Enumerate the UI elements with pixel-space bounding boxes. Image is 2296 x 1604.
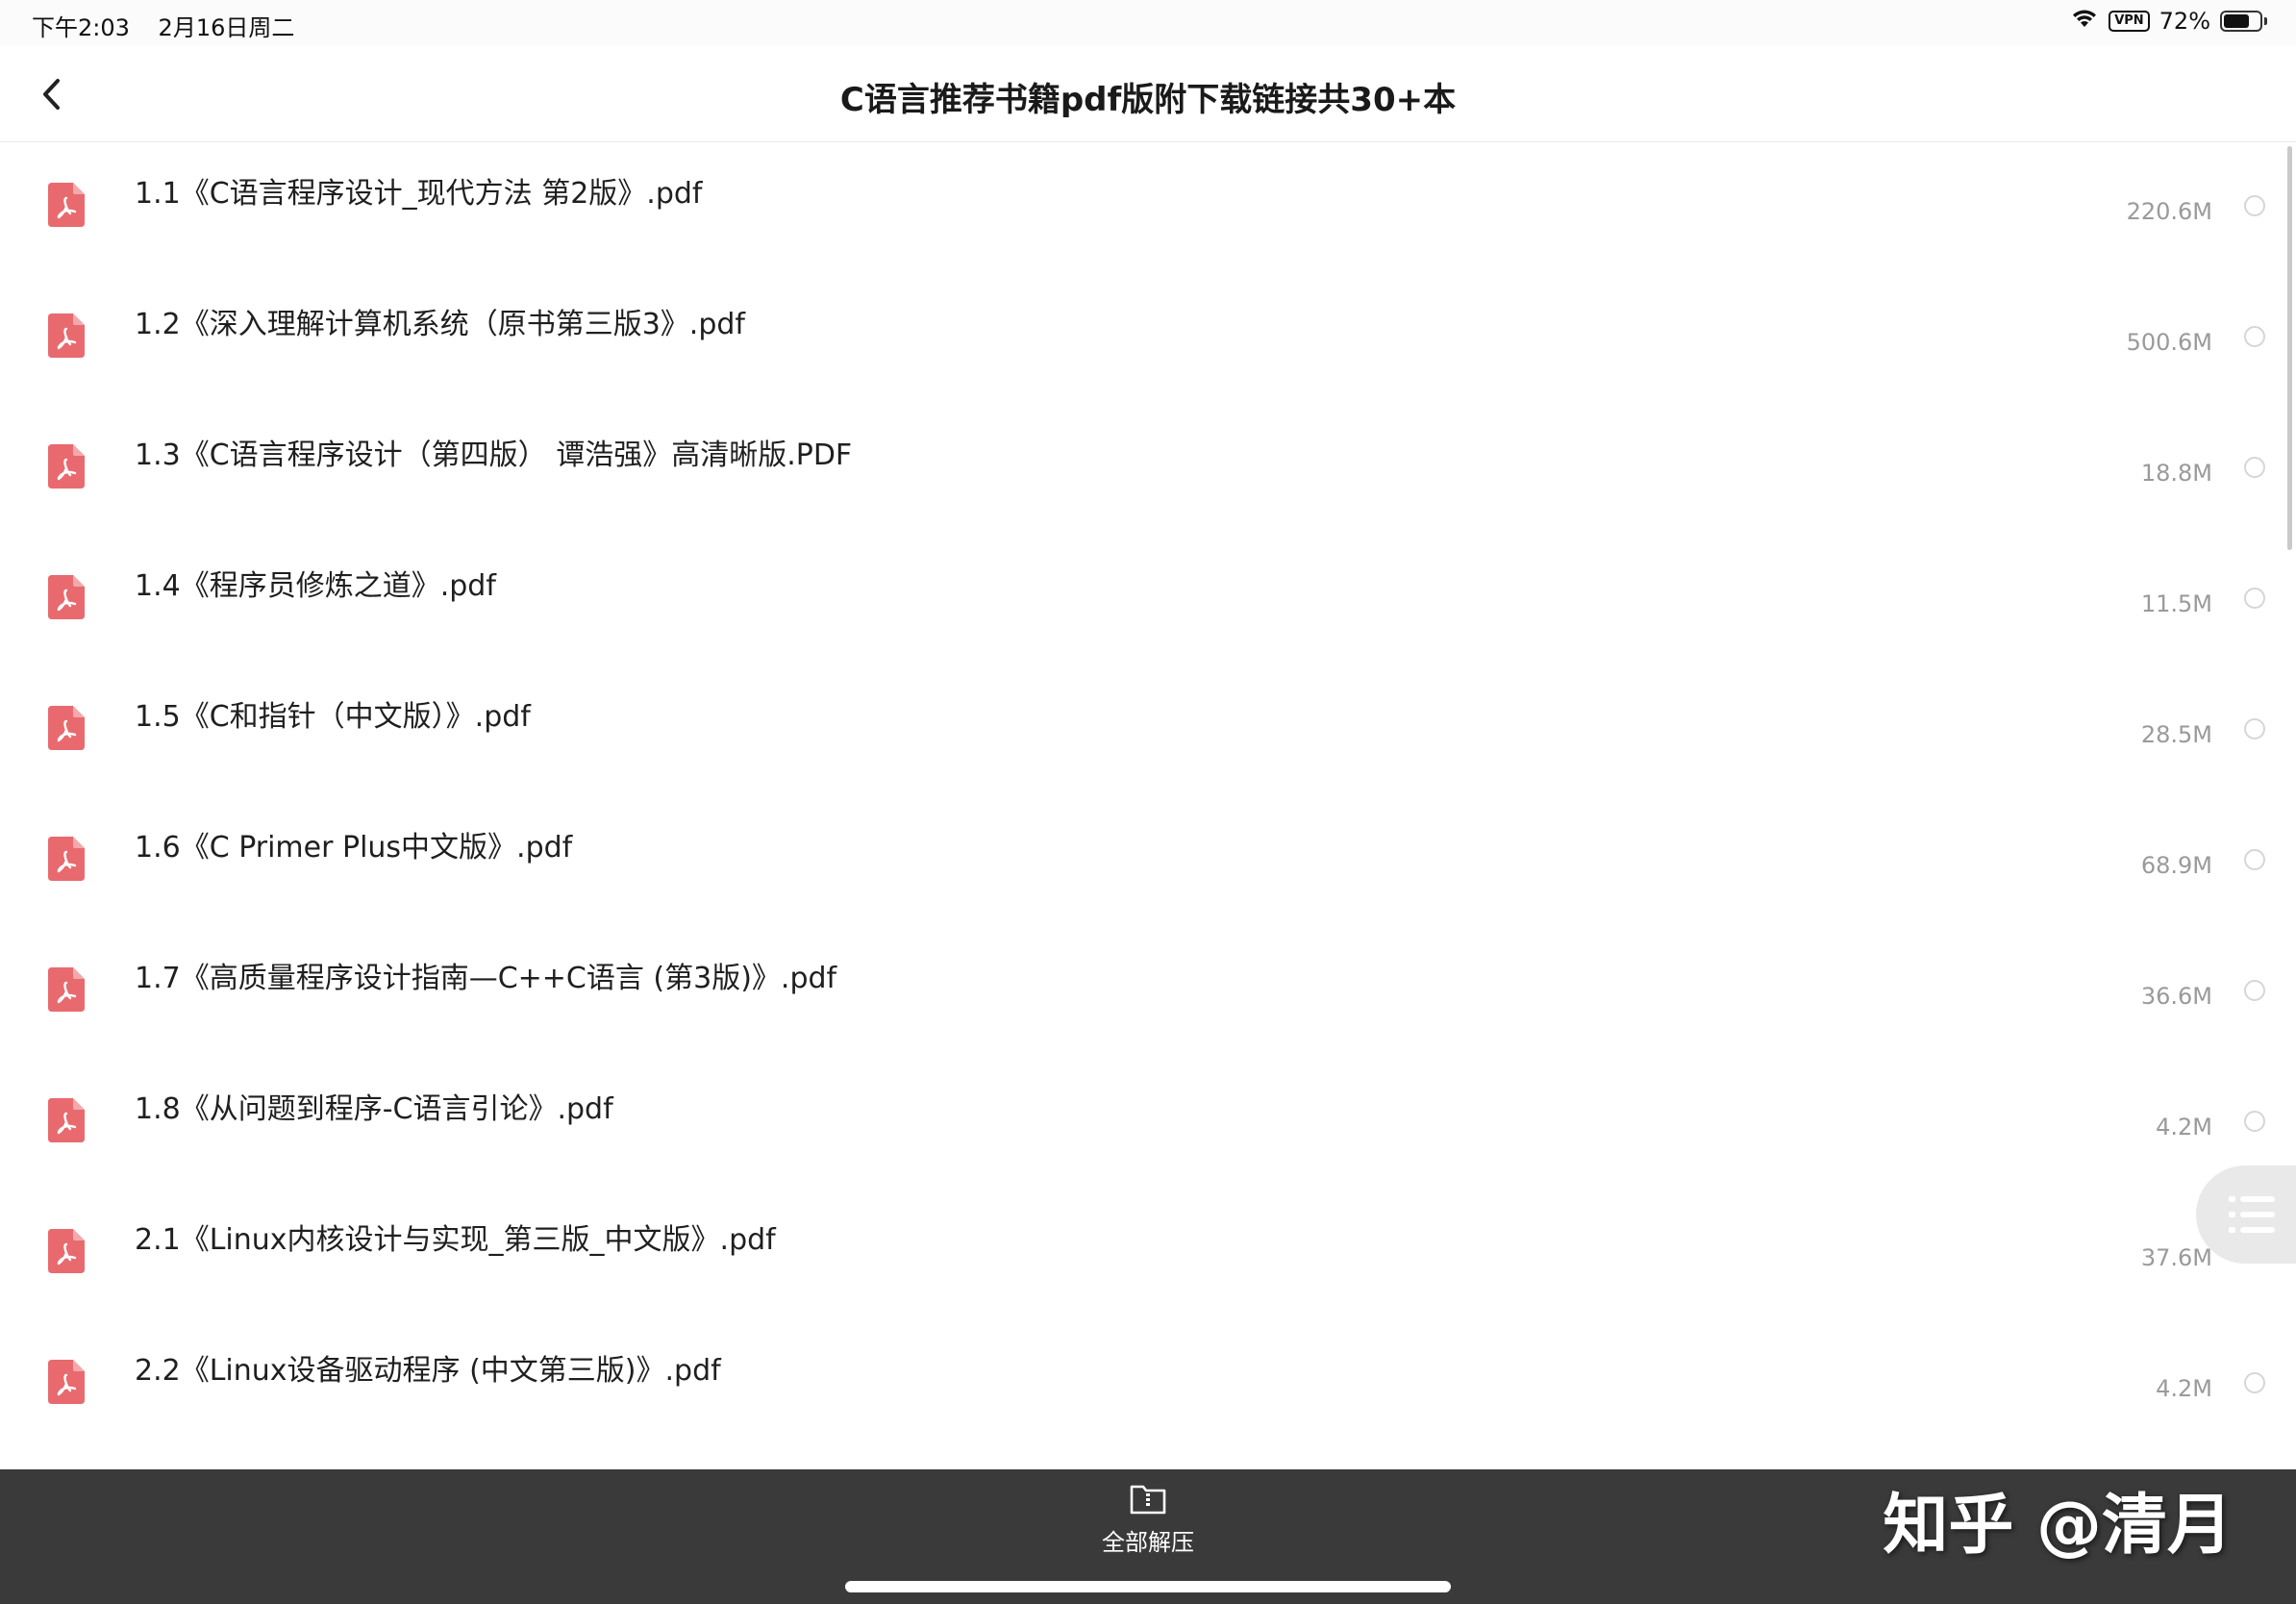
select-radio[interactable]: [2244, 457, 2265, 478]
pdf-file-icon: [48, 183, 85, 227]
select-radio[interactable]: [2244, 195, 2265, 216]
extract-all-button[interactable]: 全部解压: [1090, 1483, 1206, 1560]
select-radio[interactable]: [2244, 980, 2265, 1001]
folder-zip-icon: [1130, 1485, 1166, 1515]
pdf-file-icon: [48, 706, 85, 750]
file-row[interactable]: 1.8《从问题到程序-C语言引论》.pdf 4.2M: [0, 1060, 2296, 1190]
file-size: 500.6M: [2126, 329, 2212, 356]
file-row[interactable]: 1.1《C语言程序设计_现代方法 第2版》.pdf 220.6M: [0, 144, 2296, 275]
select-radio[interactable]: [2244, 588, 2265, 609]
select-radio[interactable]: [2244, 849, 2265, 870]
pdf-file-icon: [48, 1098, 85, 1142]
extract-all-label: 全部解压: [1102, 1529, 1194, 1556]
file-size: 4.2M: [2156, 1375, 2212, 1402]
pdf-file-icon: [48, 1360, 85, 1404]
select-radio[interactable]: [2244, 326, 2265, 347]
select-radio[interactable]: [2244, 1111, 2265, 1132]
status-left: 下午2:03 2月16日周二: [32, 9, 315, 42]
pdf-file-icon: [48, 575, 85, 619]
file-size: 28.5M: [2140, 721, 2212, 748]
file-name: 2.2《Linux设备驱动程序 (中文第三版)》.pdf: [135, 1354, 721, 1388]
list-icon: [2229, 1196, 2275, 1233]
file-name: 1.2《深入理解计算机系统（原书第三版3》.pdf: [135, 308, 745, 341]
home-indicator[interactable]: [845, 1581, 1451, 1592]
page-title: C语言推荐书籍pdf版附下载链接共30+本: [839, 81, 1457, 119]
bottom-bar: 全部解压 知乎 @清月: [0, 1469, 2296, 1604]
pdf-file-icon: [48, 1229, 85, 1273]
pdf-file-icon: [48, 444, 85, 489]
file-name: 1.1《C语言程序设计_现代方法 第2版》.pdf: [135, 177, 703, 211]
floating-menu-button[interactable]: [2196, 1165, 2296, 1264]
file-row[interactable]: 2.2《Linux设备驱动程序 (中文第三版)》.pdf 4.2M: [0, 1321, 2296, 1452]
status-right: VPN 72%: [2070, 8, 2267, 35]
pdf-file-icon: [48, 837, 85, 881]
file-name: 1.7《高质量程序设计指南—C++C语言 (第3版)》.pdf: [135, 962, 837, 995]
file-row[interactable]: 1.5《C和指针（中文版）》.pdf 28.5M: [0, 667, 2296, 798]
battery-icon: [2220, 11, 2267, 32]
file-size: 18.8M: [2140, 460, 2212, 487]
select-radio[interactable]: [2244, 718, 2265, 739]
file-name: 1.8《从问题到程序-C语言引论》.pdf: [135, 1092, 613, 1126]
file-size: 68.9M: [2140, 852, 2212, 879]
select-radio[interactable]: [2244, 1372, 2265, 1393]
file-name: 2.1《Linux内核设计与实现_第三版_中文版》.pdf: [135, 1223, 776, 1257]
vpn-badge: VPN: [2109, 11, 2150, 32]
file-row[interactable]: 1.6《C Primer Plus中文版》.pdf 68.9M: [0, 798, 2296, 929]
file-size: 4.2M: [2156, 1114, 2212, 1140]
nav-bar: C语言推荐书籍pdf版附下载链接共30+本: [0, 46, 2296, 142]
status-time: 下午2:03: [32, 14, 130, 41]
file-row[interactable]: 1.7《高质量程序设计指南—C++C语言 (第3版)》.pdf 36.6M: [0, 929, 2296, 1060]
file-size: 11.5M: [2140, 590, 2212, 617]
file-row[interactable]: 1.2《深入理解计算机系统（原书第三版3》.pdf 500.6M: [0, 275, 2296, 406]
watermark: 知乎 @清月: [1883, 1488, 2233, 1564]
status-date: 2月16日周二: [158, 14, 295, 41]
battery-percent: 72%: [2159, 8, 2210, 35]
pdf-file-icon: [48, 967, 85, 1012]
file-name: 1.3《C语言程序设计（第四版） 谭浩强》高清晰版.PDF: [135, 439, 853, 472]
file-name: 1.5《C和指针（中文版）》.pdf: [135, 700, 531, 734]
file-size: 37.6M: [2140, 1244, 2212, 1271]
file-name: 1.6《C Primer Plus中文版》.pdf: [135, 831, 573, 865]
file-size: 220.6M: [2126, 198, 2212, 225]
file-row[interactable]: 1.4《程序员修炼之道》.pdf 11.5M: [0, 537, 2296, 667]
scroll-indicator[interactable]: [2287, 146, 2292, 550]
file-size: 36.6M: [2140, 983, 2212, 1010]
wifi-icon: [2070, 8, 2099, 35]
status-bar: 下午2:03 2月16日周二 VPN 72%: [0, 0, 2296, 46]
file-row[interactable]: 2.1《Linux内核设计与实现_第三版_中文版》.pdf 37.6M: [0, 1190, 2296, 1321]
pdf-file-icon: [48, 313, 85, 358]
file-list: 1.1《C语言程序设计_现代方法 第2版》.pdf 220.6M 1.2《深入理解计…: [0, 144, 2296, 1452]
file-name: 1.4《程序员修炼之道》.pdf: [135, 569, 496, 603]
file-row[interactable]: 1.3《C语言程序设计（第四版） 谭浩强》高清晰版.PDF 18.8M: [0, 406, 2296, 537]
